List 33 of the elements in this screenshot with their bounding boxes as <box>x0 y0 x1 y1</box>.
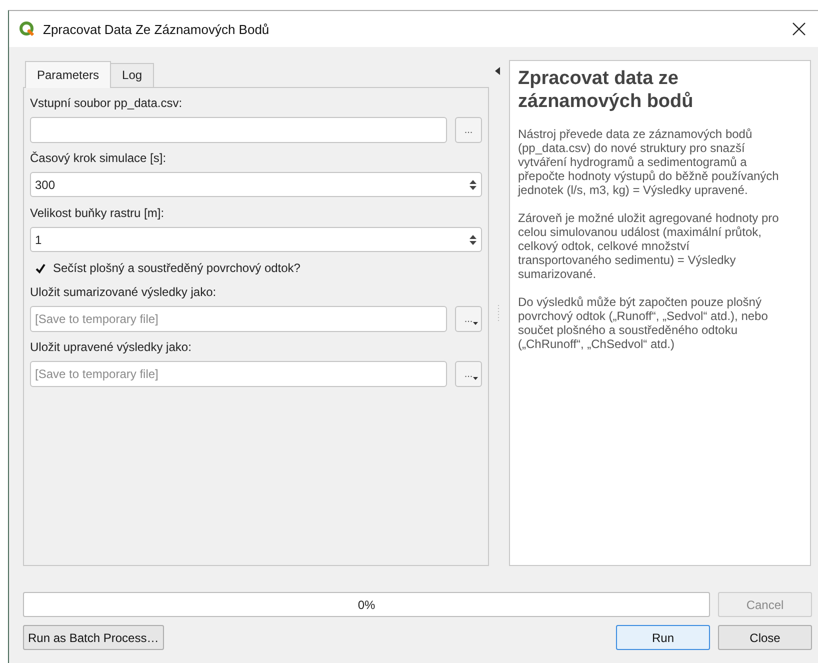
dropdown-arrow-icon[interactable] <box>473 377 478 380</box>
close-icon[interactable] <box>792 22 806 36</box>
field-label: Velikost buňky rastru [m]: <box>30 206 166 220</box>
field-label: Časový krok simulace [s]: <box>30 151 168 165</box>
field-label: Uložit sumarizované výsledky jako: <box>30 285 218 299</box>
tab[interactable]: Parameters <box>25 61 112 88</box>
tab[interactable]: Log <box>110 63 154 87</box>
spin-arrows-icon[interactable] <box>469 178 477 190</box>
field-label: Uložit upravené výsledky jako: <box>30 340 192 354</box>
browse-button[interactable]: ... <box>455 117 482 143</box>
app-logo-icon <box>19 21 35 37</box>
input-field[interactable]: [Save to temporary file] <box>30 361 447 387</box>
spin-box[interactable]: 300 <box>30 172 482 197</box>
dropdown-arrow-icon[interactable] <box>473 322 478 325</box>
help-paragraph: Do výsledků může být započten pouze plošný povrchový odtok („Runoff“, „Sedvol“ atd.), nebo součet plošného a soustředěného odtoku („ChRunoff“, „ChSedvol“ atd.) <box>518 295 769 351</box>
input-field[interactable] <box>30 117 447 143</box>
browse-button[interactable]: ... <box>455 306 482 332</box>
help-paragraph: Zároveň je možné uložit agregované hodnoty pro celou simulovanou událost (maximální průtok, celkový odtok, celkové množství transportovaného sedimentu) = Výsledky sumarizované. <box>518 211 780 281</box>
input-field[interactable]: [Save to temporary file] <box>30 306 447 332</box>
help-title: Zpracovat data ze záznamových bodů <box>518 67 694 113</box>
checkbox[interactable] <box>34 262 47 274</box>
window-title: Zpracovat Data Ze Záznamových Bodů <box>43 22 270 36</box>
collapse-arrow-icon[interactable] <box>495 67 500 75</box>
close-button[interactable]: Close <box>718 625 812 650</box>
field-label: Vstupní soubor pp_data.csv: <box>30 96 184 110</box>
run-button[interactable]: Run <box>616 625 710 650</box>
browse-button[interactable]: ... <box>455 361 482 387</box>
progress-text: 0% <box>358 598 376 612</box>
spin-box[interactable]: 1 <box>30 227 482 252</box>
spin-arrows-icon[interactable] <box>469 234 477 246</box>
help-paragraph: Nástroj převede data ze záznamových bodů (pp_data.csv) do nové struktury pro snazší vytváření hydrogramů a sedimentogramů a přepočte hodnoty výstupů do běžně používaných jednotek (l/s, m3, kg) = Výsledky upravené. <box>518 127 780 197</box>
checkbox-label: Sečíst plošný a soustředěný povrchový odtok? <box>53 261 300 275</box>
batch-process-button[interactable]: Run as Batch Process… <box>23 625 164 650</box>
